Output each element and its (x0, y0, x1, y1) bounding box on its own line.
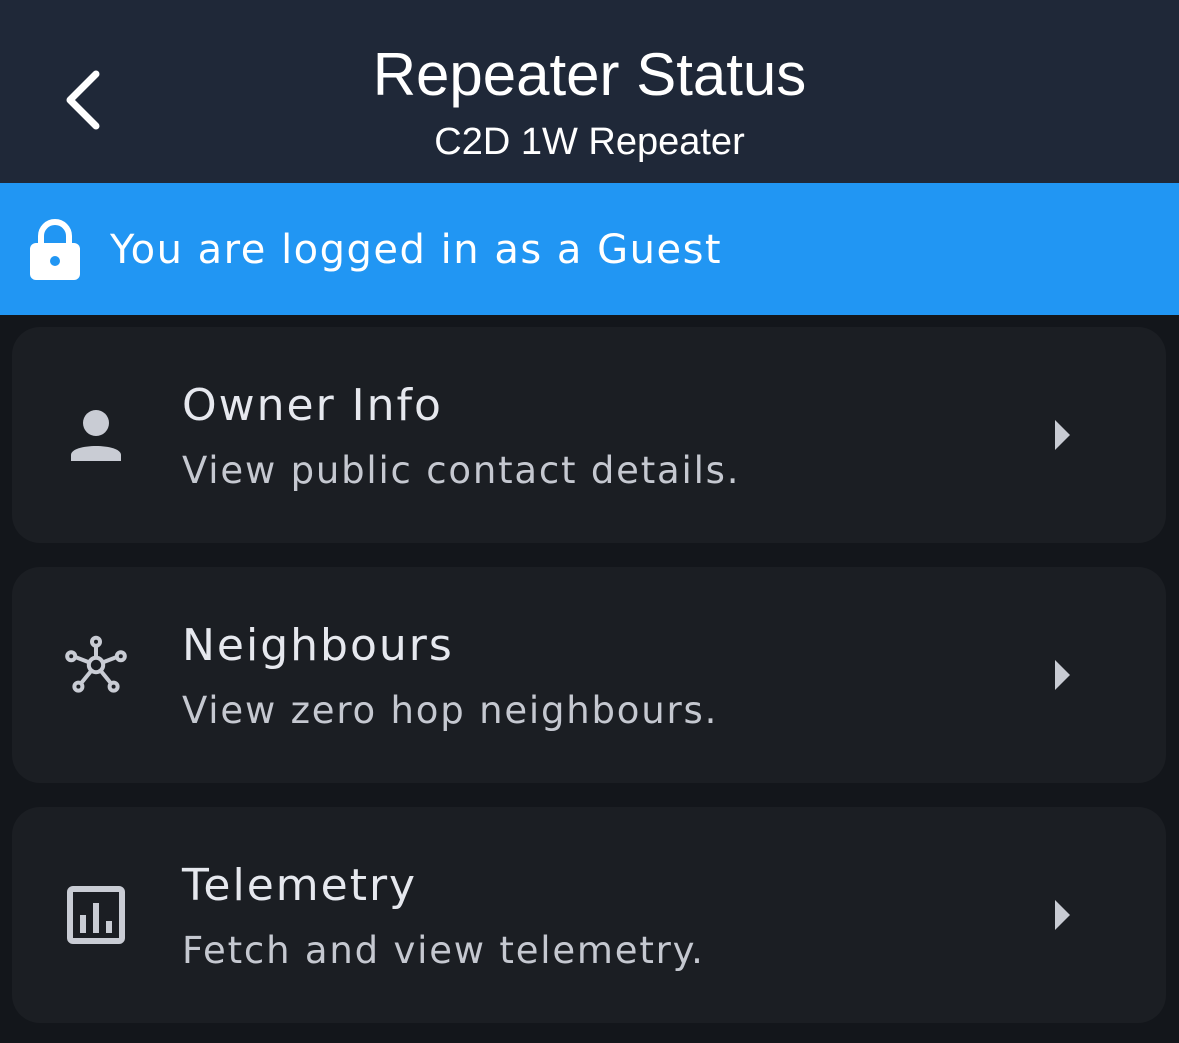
person-icon (71, 410, 121, 461)
app-header: Repeater Status C2D 1W Repeater (0, 0, 1179, 183)
chevron-right-icon (1055, 420, 1070, 450)
repeater-status-screen: Repeater Status C2D 1W Repeater You are … (0, 0, 1179, 1043)
menu-item-title: Neighbours (182, 620, 454, 671)
menu-item-title: Owner Info (182, 380, 443, 431)
menu-item-description: View zero hop neighbours. (182, 689, 719, 732)
menu-item-description: View public contact details. (182, 449, 741, 492)
menu-item-telemetry[interactable]: Telemetry Fetch and view telemetry. (12, 807, 1166, 1023)
network-hub-icon (65, 635, 127, 693)
menu-item-description: Fetch and view telemetry. (182, 929, 705, 972)
menu-item-owner-info[interactable]: Owner Info View public contact details. (12, 327, 1166, 543)
menu-item-neighbours[interactable]: Neighbours View zero hop neighbours. (12, 567, 1166, 783)
page-title: Repeater Status (372, 41, 807, 108)
page-subtitle: C2D 1W Repeater (434, 121, 745, 163)
bar-chart-icon (67, 886, 125, 944)
lock-icon (30, 219, 80, 280)
login-status-text: You are logged in as a Guest (110, 227, 723, 273)
menu-item-title: Telemetry (182, 860, 418, 911)
chevron-right-icon (1055, 900, 1070, 930)
chevron-right-icon (1055, 660, 1070, 690)
title-block: Repeater Status C2D 1W Repeater (0, 40, 1179, 170)
